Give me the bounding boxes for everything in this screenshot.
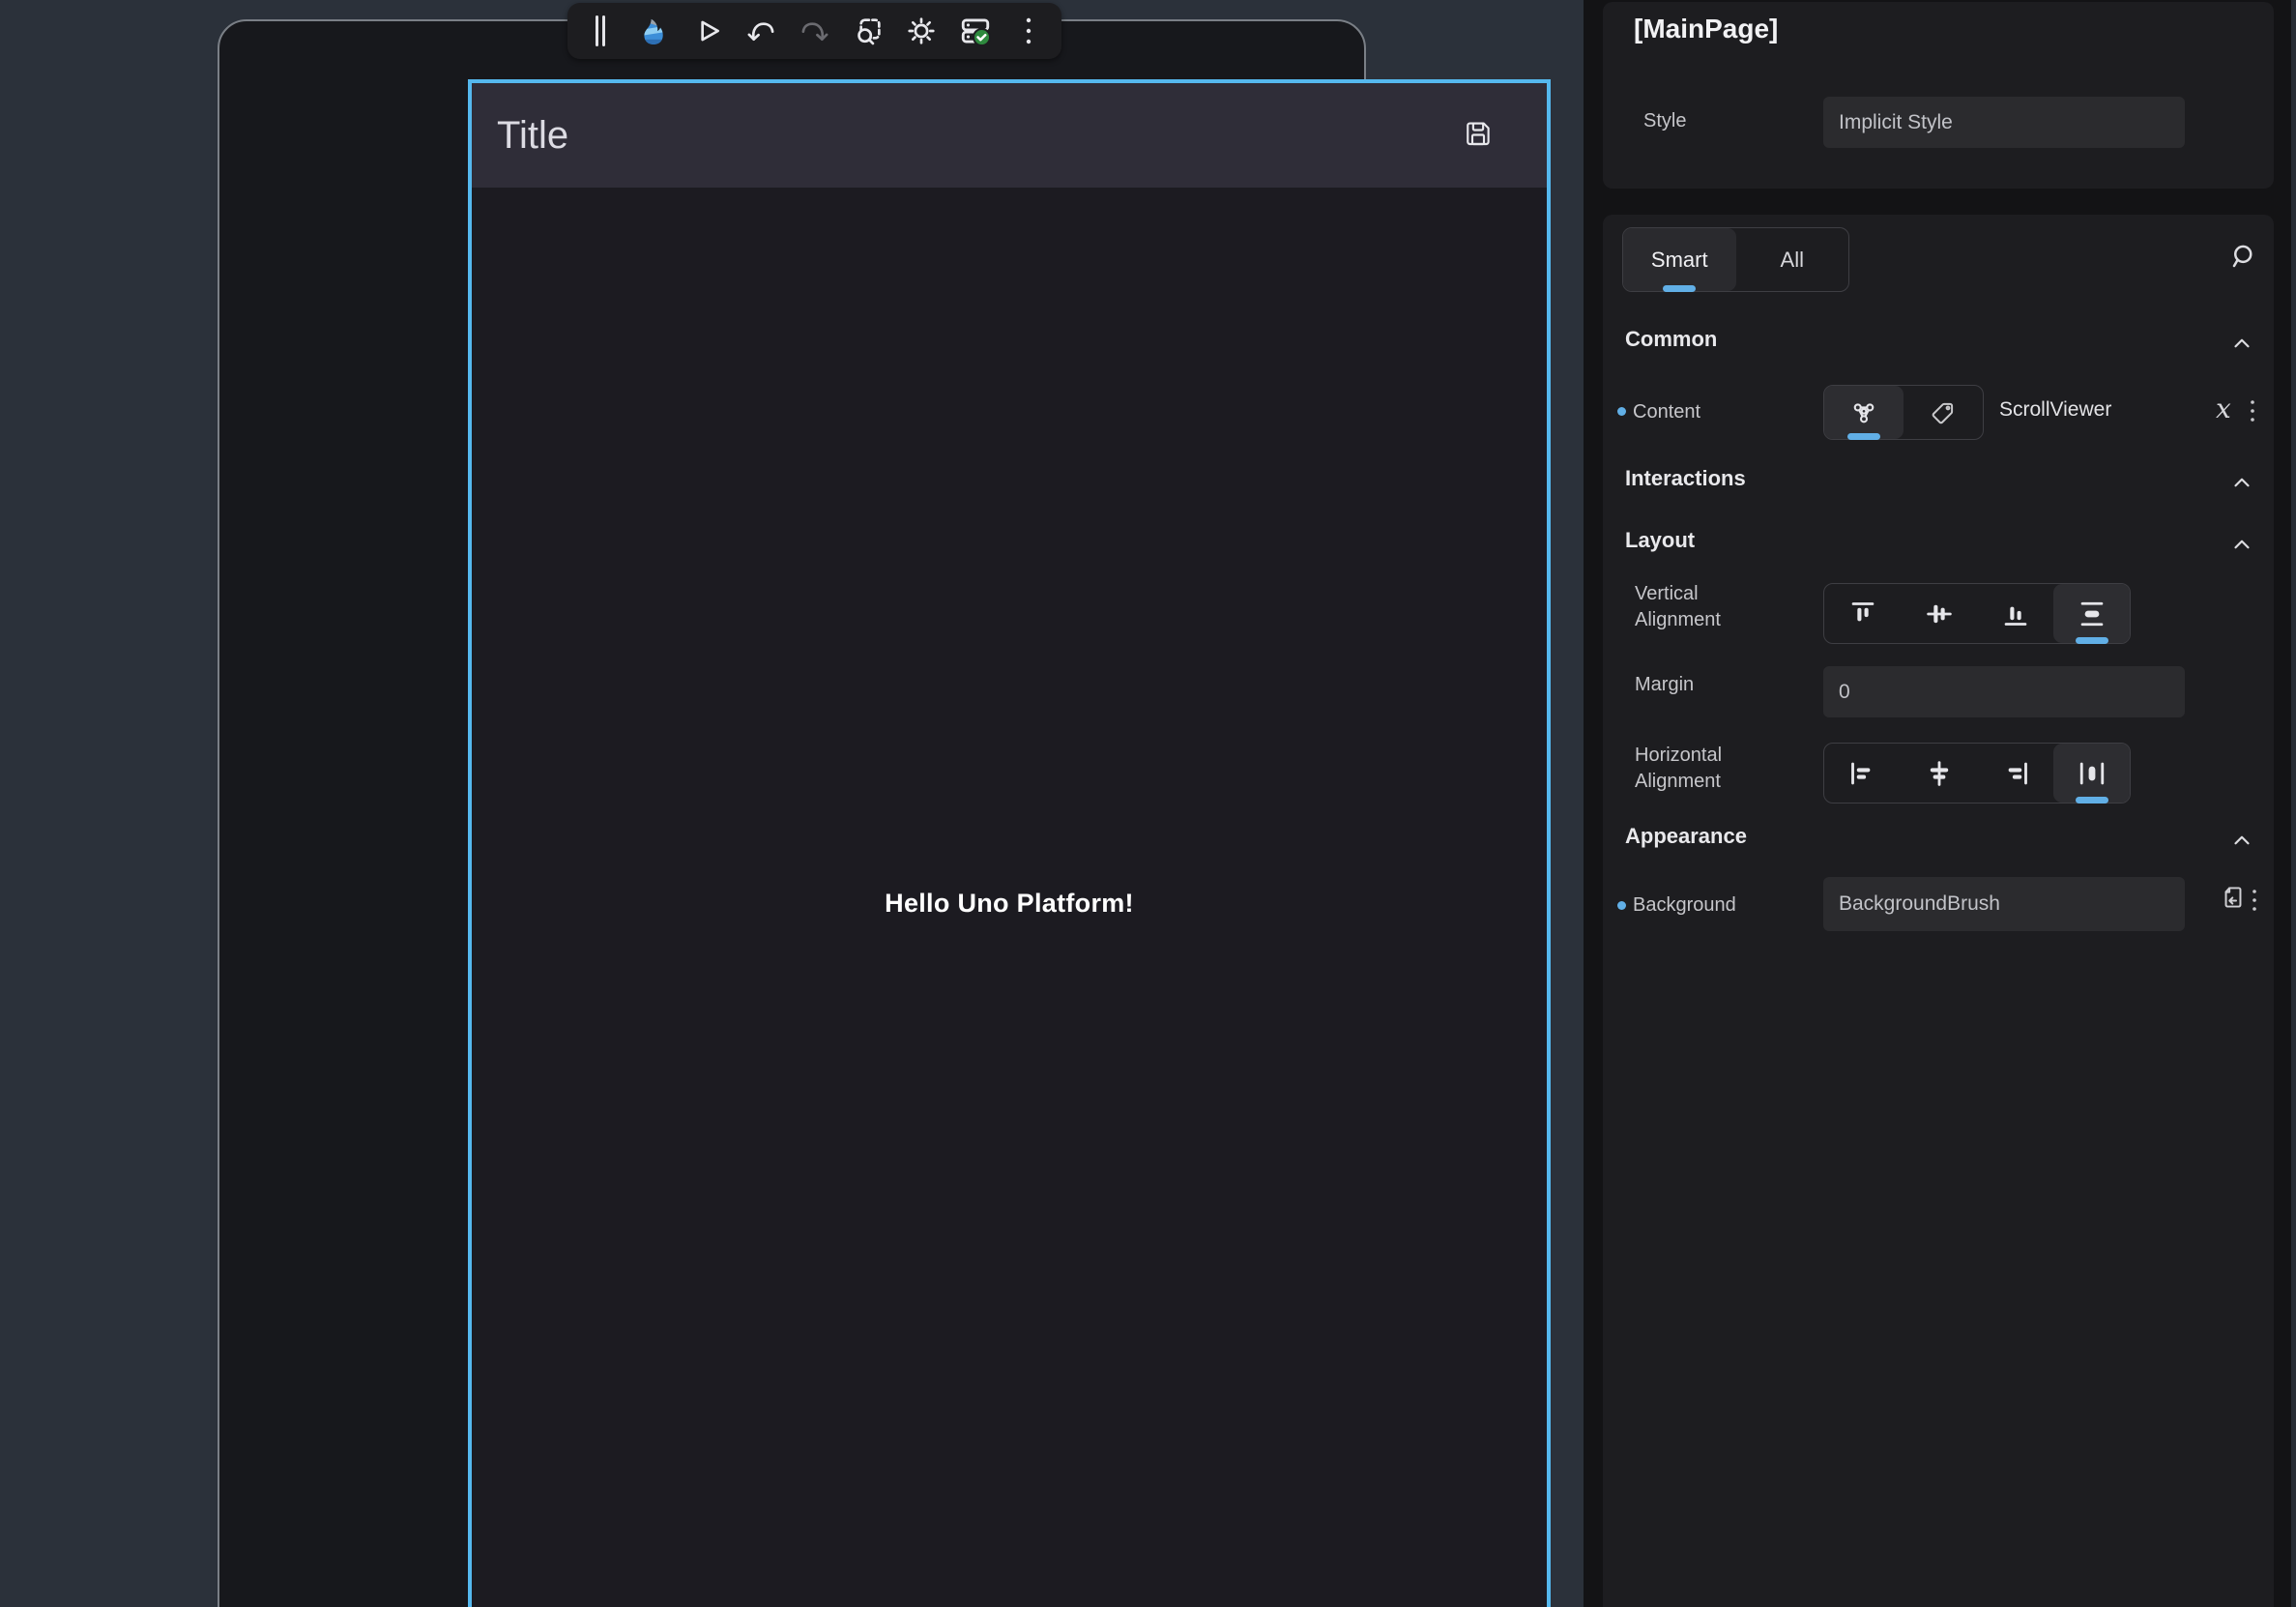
hot-design-toolbar — [567, 3, 1061, 59]
tab-all-label: All — [1781, 248, 1804, 273]
app-page-title: Title — [497, 114, 568, 158]
app-content-area[interactable]: Hello Uno Platform! — [472, 188, 1547, 1607]
margin-label: Margin — [1635, 672, 1694, 698]
section-common-collapse-icon[interactable] — [2229, 331, 2254, 356]
horizontal-align-right[interactable] — [1977, 744, 2053, 803]
style-input[interactable]: Implicit Style — [1823, 97, 2185, 148]
device-frame: Title Hello Uno Platform! — [218, 19, 1366, 1607]
background-label: Background — [1633, 892, 1736, 919]
theme-toggle-sun-icon[interactable] — [904, 12, 939, 50]
vertical-align-bottom[interactable] — [1977, 584, 2053, 643]
play-icon[interactable] — [690, 12, 725, 50]
vertical-align-stretch[interactable] — [2053, 584, 2130, 643]
undo-icon[interactable] — [743, 12, 778, 50]
tab-all[interactable]: All — [1736, 228, 1849, 291]
properties-panel: [MainPage] Style Implicit Style Smart Al… — [1584, 0, 2296, 1607]
horizontal-align-center[interactable] — [1901, 744, 1977, 803]
selected-page-outline[interactable]: Title Hello Uno Platform! — [468, 79, 1551, 1607]
content-mode-toggle — [1823, 385, 1984, 440]
panel-right-edge — [2291, 0, 2296, 1607]
component-header-card: [MainPage] Style Implicit Style — [1603, 2, 2274, 189]
save-icon[interactable] — [1464, 119, 1493, 153]
content-modified-dot — [1617, 407, 1626, 416]
horizontal-alignment-toggle — [1823, 743, 2131, 804]
vertical-alignment-toggle — [1823, 583, 2131, 644]
hello-text: Hello Uno Platform! — [885, 889, 1134, 919]
section-interactions-collapse-icon[interactable] — [2229, 470, 2254, 495]
server-status-ok-icon[interactable] — [958, 12, 993, 50]
horizontal-align-left[interactable] — [1824, 744, 1901, 803]
content-mode-visual-tree[interactable] — [1824, 386, 1904, 439]
section-appearance-collapse-icon[interactable] — [2229, 828, 2254, 853]
content-value: ScrollViewer — [1999, 398, 2111, 422]
vertical-align-top[interactable] — [1824, 584, 1901, 643]
drag-handle-icon[interactable] — [583, 12, 618, 50]
content-more-options-icon[interactable] — [2249, 398, 2256, 430]
element-picker-icon[interactable] — [851, 12, 886, 50]
content-label: Content — [1633, 399, 1700, 425]
background-more-options-icon[interactable] — [2251, 888, 2258, 920]
style-label: Style — [1643, 108, 1686, 134]
properties-card: Smart All Common Content — [1603, 215, 2274, 1607]
margin-input[interactable]: 0 — [1823, 666, 2185, 717]
vertical-align-active-indicator — [2076, 637, 2108, 644]
property-filter-tabs: Smart All — [1622, 227, 1849, 292]
horizontal-align-stretch[interactable] — [2053, 744, 2130, 803]
component-title: [MainPage] — [1634, 14, 1778, 44]
section-interactions-title: Interactions — [1625, 466, 1746, 491]
app-navigation-bar[interactable]: Title — [472, 83, 1547, 188]
section-appearance-title: Appearance — [1625, 824, 1747, 849]
more-options-icon[interactable] — [1011, 12, 1046, 50]
background-value: BackgroundBrush — [1839, 892, 2000, 916]
section-layout-title: Layout — [1625, 528, 1695, 553]
horizontal-alignment-label: Horizontal Alignment — [1635, 743, 1751, 795]
tab-smart[interactable]: Smart — [1623, 228, 1736, 291]
section-layout-collapse-icon[interactable] — [2229, 532, 2254, 557]
content-binding-x-icon[interactable]: x — [2216, 393, 2231, 424]
style-value: Implicit Style — [1839, 111, 1953, 134]
horizontal-align-active-indicator — [2076, 797, 2108, 804]
background-input[interactable]: BackgroundBrush — [1823, 877, 2185, 931]
vertical-align-center[interactable] — [1901, 584, 1977, 643]
background-modified-dot — [1617, 901, 1626, 910]
search-icon[interactable] — [2227, 242, 2256, 276]
tab-smart-active-indicator — [1663, 285, 1696, 292]
background-resource-icon[interactable] — [2220, 884, 2247, 916]
tab-smart-label: Smart — [1651, 248, 1708, 273]
hot-design-flame-icon[interactable] — [636, 12, 671, 50]
content-mode-active-indicator — [1847, 433, 1880, 440]
vertical-alignment-label: Vertical Alignment — [1635, 581, 1751, 633]
redo-icon[interactable] — [798, 12, 832, 50]
content-mode-tag[interactable] — [1904, 386, 1983, 439]
hot-design-workspace: Title Hello Uno Platform! — [0, 0, 2296, 1607]
margin-value: 0 — [1839, 681, 1850, 704]
section-common-title: Common — [1625, 327, 1717, 352]
